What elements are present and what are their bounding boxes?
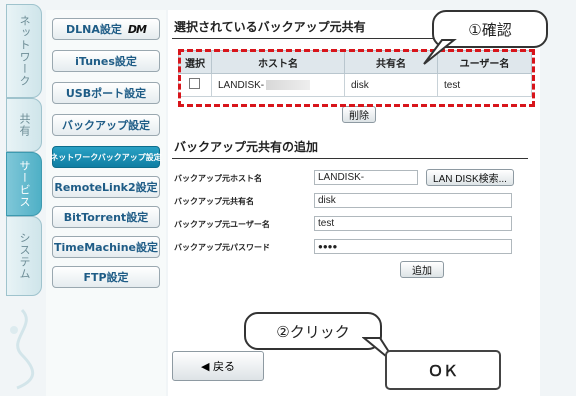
confirm-highlight-box	[178, 49, 535, 107]
menu-itunes-button[interactable]: iTunes設定	[52, 50, 160, 72]
menu-time-machine-button[interactable]: TimeMachine設定	[52, 236, 160, 258]
menu-backup-label: バックアップ設定	[62, 119, 150, 132]
vertical-tabs: ネットワーク 共有 サービス システム	[0, 0, 46, 396]
user-input[interactable]: test	[314, 216, 512, 231]
share-label: バックアップ元共有名	[174, 197, 254, 206]
add-share-title: バックアップ元共有の追加	[174, 140, 319, 154]
menu-bittorrent-label: BitTorrent設定	[63, 211, 149, 224]
settings-window: ネットワーク 共有 サービス システム DLNA設定 DM iTunes設定 U…	[0, 0, 576, 396]
menu-remote-link-label: RemoteLink2設定	[54, 181, 158, 194]
callout-pointer-icon	[423, 39, 457, 65]
menu-backup-button[interactable]: バックアップ設定	[52, 114, 160, 136]
share-input[interactable]: disk	[314, 193, 512, 208]
ok-button[interactable]: ＯＫ	[385, 350, 501, 390]
tab-share[interactable]: 共有	[6, 98, 42, 152]
menu-dlna-label: DLNA設定	[66, 23, 122, 36]
menu-network-backup-button[interactable]: ネットワークバックアップ設定	[50, 146, 162, 168]
decorative-swirl-icon	[10, 308, 35, 390]
menu-itunes-label: iTunes設定	[75, 55, 137, 68]
menu-network-backup-label: ネットワークバックアップ設定	[50, 152, 162, 162]
selected-shares-title: 選択されているバックアップ元共有	[174, 20, 366, 34]
tab-network-label: ネットワーク	[18, 15, 31, 87]
tab-system[interactable]: システム	[6, 216, 42, 296]
menu-bittorrent-button[interactable]: BitTorrent設定	[52, 206, 160, 228]
menu-ftp-button[interactable]: FTP設定	[52, 266, 160, 288]
back-button[interactable]: ◀ 戻る	[172, 351, 264, 381]
menu-time-machine-label: TimeMachine設定	[54, 241, 158, 254]
service-menu: DLNA設定 DM iTunes設定 USBポート設定 バックアップ設定 ネット…	[46, 10, 166, 396]
tab-service[interactable]: サービス	[6, 152, 42, 216]
password-input[interactable]: ●●●●	[314, 239, 512, 254]
section-divider	[172, 158, 528, 159]
tab-service-label: サービス	[18, 160, 31, 208]
menu-dlna-button[interactable]: DLNA設定 DM	[52, 18, 160, 40]
user-label: バックアップ元ユーザー名	[174, 220, 270, 229]
host-label: バックアップ元ホスト名	[174, 174, 262, 183]
dm-logo-icon: DM	[127, 22, 147, 36]
host-input-value: LANDISK-	[318, 172, 365, 183]
add-button[interactable]: 追加	[400, 261, 444, 278]
menu-usb-port-button[interactable]: USBポート設定	[52, 82, 160, 104]
tab-share-label: 共有	[18, 113, 31, 137]
tab-system-label: システム	[18, 232, 31, 280]
host-input[interactable]: LANDISK-	[314, 170, 418, 185]
menu-ftp-label: FTP設定	[83, 271, 129, 284]
lan-disk-search-button[interactable]: LAN DISK検索...	[426, 169, 514, 186]
menu-usb-port-label: USBポート設定	[65, 87, 147, 100]
tab-network[interactable]: ネットワーク	[6, 4, 42, 98]
password-label: バックアップ元パスワード	[174, 243, 270, 252]
delete-button[interactable]: 削除	[342, 106, 376, 123]
menu-remote-link-button[interactable]: RemoteLink2設定	[52, 176, 160, 198]
